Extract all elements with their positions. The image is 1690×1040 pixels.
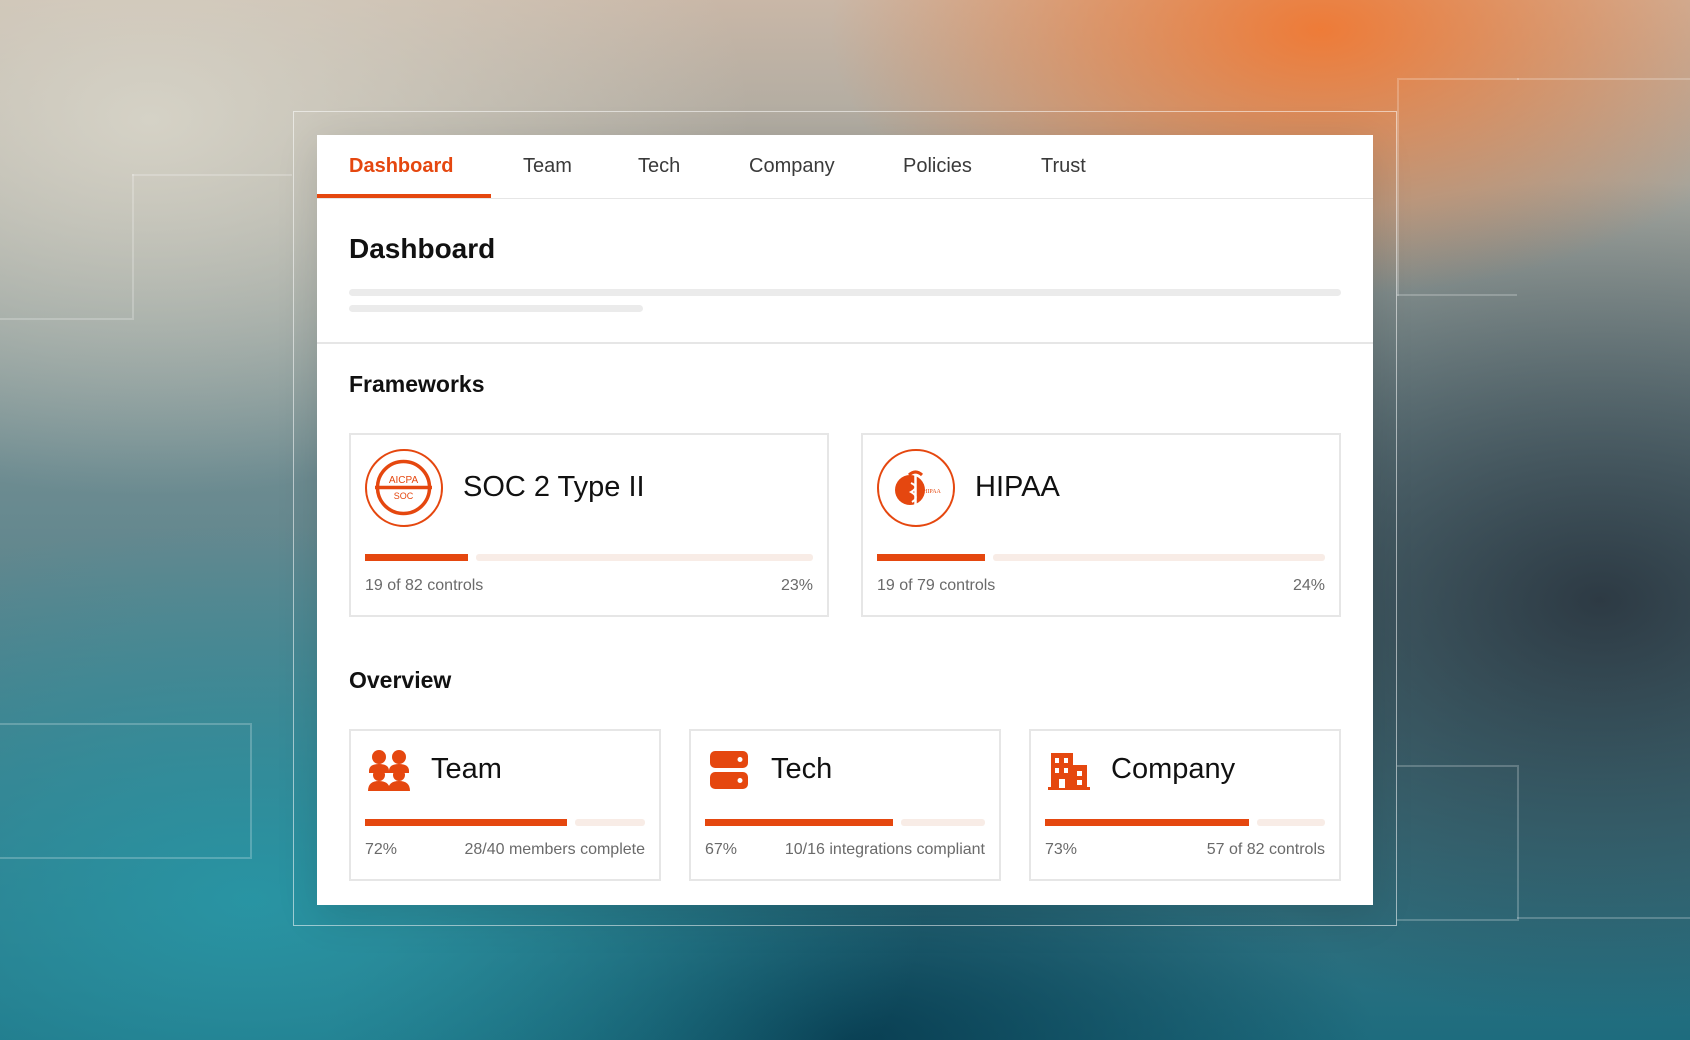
soc-logo-text: SOC [394,491,414,501]
tab-trust[interactable]: Trust [1041,135,1086,198]
progress-percent: 73% [1045,841,1078,858]
framework-name: HIPAA [975,471,1060,503]
tab-bar: Dashboard Team Tech Company Policies Tru… [317,135,1373,199]
placeholder-line [349,305,643,312]
framework-card-hipaa[interactable]: HIPAA HIPAA 19 of 79 controls 24% [861,433,1341,617]
progress-bar-fill [705,819,893,826]
progress-bar-fill [1045,819,1249,826]
tab-tech[interactable]: Tech [638,135,680,198]
tab-team[interactable]: Team [523,135,572,198]
overview-card-team[interactable]: Team 72% 28/40 members complete [349,729,661,881]
progress-bar-track [901,819,985,826]
background-line [1517,917,1690,919]
tab-company[interactable]: Company [749,135,835,198]
background-line [1397,765,1519,921]
overview-detail: 10/16 integrations compliant [784,841,985,858]
hipaa-caduceus-logo: HIPAA [877,449,955,527]
progress-bar-fill [365,819,567,826]
overview-heading: Overview [349,667,452,693]
aicpa-soc-logo: AICPA SOC [365,449,443,527]
building-icon [1048,753,1090,790]
progress-bar-track [575,819,645,826]
team-icon [368,750,410,791]
background-line [1397,294,1517,296]
overview-name: Team [431,753,502,785]
overview-detail: 28/40 members complete [464,841,645,858]
tab-dashboard[interactable]: Dashboard [349,135,453,198]
overview-card-company[interactable]: Company 73% 57 of 82 controls [1029,729,1341,881]
progress-percent: 24% [1292,577,1325,594]
progress-bar-track [1257,819,1325,826]
background-line [0,723,252,859]
background-line [132,174,292,176]
active-tab-indicator [317,194,491,198]
background-line [0,174,134,320]
overview-detail: 57 of 82 controls [1206,841,1325,858]
tab-policies[interactable]: Policies [903,135,972,198]
progress-bar-fill [365,554,468,561]
hipaa-logo-text: HIPAA [923,489,941,495]
background-line [1397,78,1519,296]
overview-name: Tech [771,753,833,785]
progress-percent: 72% [365,841,398,858]
progress-bar-track [476,554,813,561]
framework-name: SOC 2 Type II [463,471,645,503]
progress-bar-track [993,554,1325,561]
frameworks-heading: Frameworks [349,371,485,397]
aicpa-logo-text: AICPA [389,475,419,486]
framework-card-soc2[interactable]: AICPA SOC SOC 2 Type II 19 of 82 control… [349,433,829,617]
dashboard-card: Dashboard Team Tech Company Policies Tru… [317,135,1373,905]
placeholder-line [349,289,1341,296]
section-divider [317,342,1373,344]
controls-count: 19 of 82 controls [365,577,484,594]
progress-percent: 23% [780,577,813,594]
progress-bar-fill [877,554,985,561]
overview-card-tech[interactable]: Tech 67% 10/16 integrations compliant [689,729,1001,881]
progress-percent: 67% [705,841,738,858]
overview-name: Company [1111,753,1236,785]
background-line [1517,78,1690,80]
server-icon [710,751,748,789]
page-title: Dashboard [349,233,496,264]
controls-count: 19 of 79 controls [877,577,996,594]
